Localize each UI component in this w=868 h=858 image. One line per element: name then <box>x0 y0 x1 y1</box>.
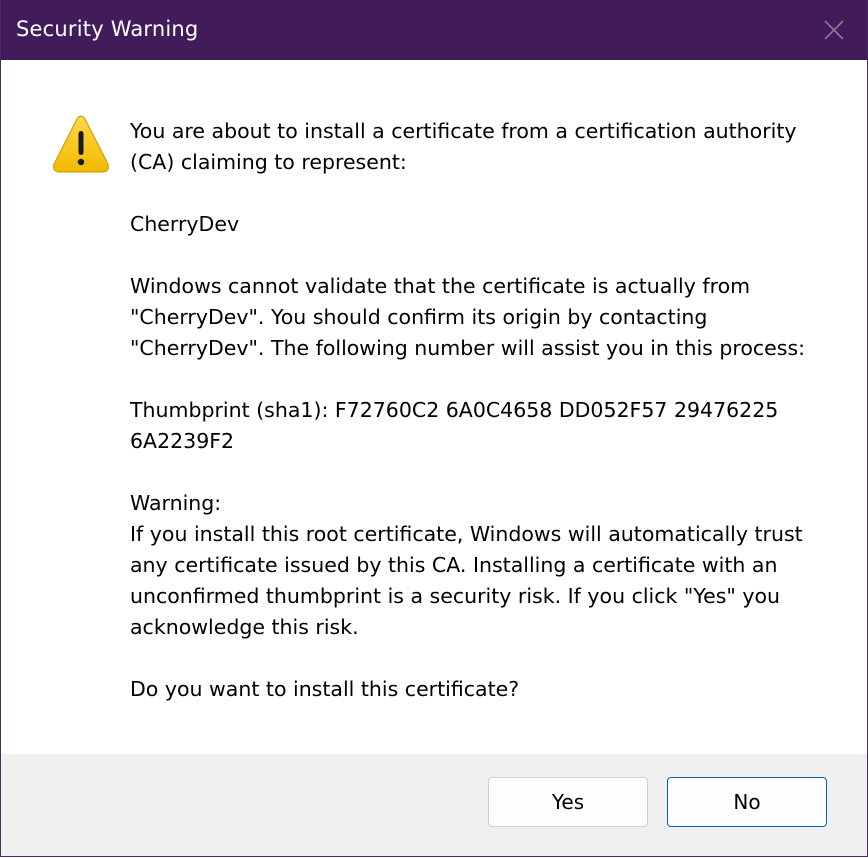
validation-text: Windows cannot validate that the certifi… <box>130 274 806 360</box>
close-icon <box>824 20 844 40</box>
close-button[interactable] <box>801 0 867 60</box>
issuer-name: CherryDev <box>130 212 240 236</box>
dialog-content: You are about to install a certificate f… <box>1 60 867 754</box>
security-warning-dialog: Security Warning You are about to instal… <box>0 0 868 857</box>
warning-text: Warning: If you install this root certif… <box>130 491 803 639</box>
dialog-title: Security Warning <box>16 17 199 41</box>
thumbprint-text: Thumbprint (sha1): F72760C2 6A0C4658 DD0… <box>130 398 779 453</box>
question-text: Do you want to install this certificate? <box>130 677 520 701</box>
message-text: You are about to install a certificate f… <box>130 116 830 736</box>
yes-button[interactable]: Yes <box>488 777 648 827</box>
intro-text: You are about to install a certificate f… <box>130 119 797 174</box>
title-bar[interactable]: Security Warning <box>1 0 867 60</box>
warning-icon <box>52 114 110 174</box>
no-button[interactable]: No <box>667 777 827 827</box>
button-bar: Yes No <box>1 754 867 856</box>
